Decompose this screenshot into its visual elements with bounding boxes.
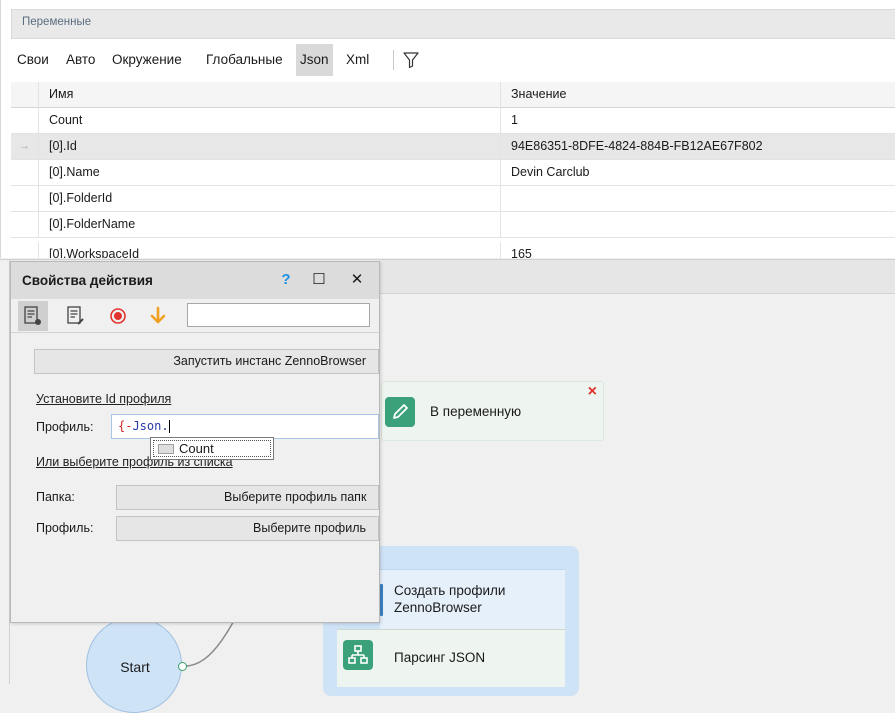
block-label: В переменную	[430, 404, 522, 419]
tab-environment[interactable]: Окружение	[108, 44, 186, 76]
canvas-toolbar-strip	[380, 260, 895, 294]
output-port[interactable]	[178, 662, 187, 671]
variable-icon	[158, 444, 174, 454]
block-label: Создать профили ZennoBrowser	[394, 583, 506, 615]
row-name: [0].WorkspaceId	[38, 242, 500, 258]
table-row[interactable]: [0].Name Devin Carclub	[11, 160, 895, 186]
dialog-titlebar[interactable]: Свойства действия ? ☐ ✕	[11, 262, 379, 299]
column-header-value[interactable]: Значение	[500, 82, 895, 108]
start-label: Start	[120, 659, 150, 675]
pencil-icon	[385, 397, 415, 427]
block-label: Парсинг JSON	[394, 650, 486, 665]
dialog-title: Свойства действия	[22, 273, 153, 288]
set-profile-id-link[interactable]: Установите Id профиля	[36, 392, 171, 406]
macro-brace: {-	[118, 419, 133, 433]
maximize-button[interactable]: ☐	[308, 269, 330, 291]
profile-label-2: Профиль:	[36, 521, 94, 535]
profile-id-input[interactable]: {-Json.	[111, 414, 379, 439]
row-name: [0].FolderId	[38, 186, 500, 212]
filter-icon[interactable]	[401, 50, 421, 70]
dialog-body: Запустить инстанс ZennoBrowser Установит…	[11, 334, 379, 622]
action-block-to-variable[interactable]: В переменную ×	[381, 381, 604, 441]
search-input[interactable]	[187, 303, 370, 327]
record-icon[interactable]	[103, 301, 133, 331]
close-icon[interactable]: ×	[588, 383, 597, 401]
table-row[interactable]: Count 1	[11, 108, 895, 134]
action-create-profiles[interactable]: Создать профили ZennoBrowser	[380, 569, 565, 629]
help-button[interactable]: ?	[275, 269, 297, 291]
tab-separator	[393, 50, 394, 70]
variables-panel-title: Переменные	[11, 9, 895, 39]
hierarchy-icon	[343, 640, 373, 670]
column-header-name[interactable]: Имя	[38, 82, 500, 108]
arrow-down-icon[interactable]	[143, 301, 173, 331]
choose-folder-button[interactable]: Выберите профиль папк	[116, 485, 379, 510]
row-value: Devin Carclub	[500, 160, 895, 186]
start-node[interactable]: Start	[86, 617, 182, 713]
autocomplete-item[interactable]: Count	[153, 440, 271, 457]
variables-panel: Переменные Свои Авто Окружение Глобальны…	[0, 0, 895, 258]
row-value	[500, 186, 895, 212]
row-name: [0].Id	[38, 134, 500, 160]
table-row[interactable]: [0].FolderId	[11, 186, 895, 212]
row-value	[500, 212, 895, 238]
tab-xml[interactable]: Xml	[342, 44, 373, 76]
row-value: 165	[500, 242, 895, 258]
row-name: Count	[38, 108, 500, 134]
macro-dot: .	[161, 419, 169, 433]
row-value: 94E86351-8DFE-4824-884B-FB12AE67F802	[500, 134, 895, 160]
row-arrow-icon: →	[19, 140, 30, 152]
choose-profile-button[interactable]: Выберите профиль	[116, 516, 379, 541]
edit-sheet-icon[interactable]	[60, 301, 90, 331]
settings-sheet-icon[interactable]	[18, 301, 48, 331]
autocomplete-popup: Count	[150, 437, 274, 460]
macro-keyword: Json	[132, 419, 162, 433]
grid-header: Имя Значение	[11, 82, 895, 108]
close-button[interactable]: ✕	[346, 269, 368, 291]
autocomplete-item-label: Count	[179, 441, 214, 456]
folder-label: Папка:	[36, 490, 75, 504]
tab-global[interactable]: Глобальные	[202, 44, 287, 76]
table-row[interactable]: [0].WorkspaceId 165	[11, 238, 895, 258]
dialog-toolbar	[11, 299, 379, 333]
tab-json[interactable]: Json	[296, 44, 333, 76]
selection-bar	[380, 584, 383, 616]
profile-label: Профиль:	[36, 420, 94, 434]
text-caret	[168, 420, 170, 433]
row-name: [0].FolderName	[38, 212, 500, 238]
action-parse-json[interactable]: Парсинг JSON	[337, 629, 565, 687]
row-name: [0].Name	[38, 160, 500, 186]
row-value: 1	[500, 108, 895, 134]
variables-tabs: Свои Авто Окружение Глобальные Json Xml	[11, 44, 895, 76]
tab-own[interactable]: Свои	[13, 44, 53, 76]
tab-auto[interactable]: Авто	[62, 44, 99, 76]
launch-instance-button[interactable]: Запустить инстанс ZennoBrowser	[34, 349, 379, 374]
table-row[interactable]: → [0].Id 94E86351-8DFE-4824-884B-FB12AE6…	[11, 134, 895, 160]
table-row[interactable]: [0].FolderName	[11, 212, 895, 238]
